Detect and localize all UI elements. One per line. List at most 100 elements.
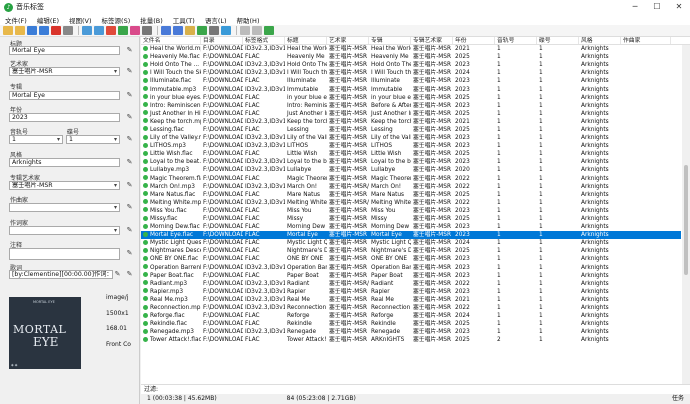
column-header[interactable]: 碟号: [537, 37, 579, 44]
add-folder-icon[interactable]: [15, 26, 25, 35]
close-button[interactable]: ✕: [668, 0, 690, 14]
table-row[interactable]: Lullabye.mp3F:\DOWNLOAD...ID3v2.3,ID3v1L…: [141, 166, 681, 174]
genre-field[interactable]: Arknights: [9, 158, 120, 167]
wrench-icon[interactable]: ✎: [125, 181, 134, 190]
column-header[interactable]: 风格: [579, 37, 621, 44]
status-tasks[interactable]: 任务: [672, 394, 684, 404]
column-header[interactable]: 文件名: [141, 37, 201, 44]
table-row[interactable]: Keep the torch.mp3F:\DOWNLOAD...ID3v2.3,…: [141, 118, 681, 126]
music-source-icon[interactable]: [106, 26, 116, 35]
lyrics-icon[interactable]: [118, 26, 128, 35]
album-cover[interactable]: MORTAL EYE MORTAL EYE ◈ ◈: [9, 297, 81, 369]
table-row[interactable]: LITHOS.mp3F:\DOWNLOAD...ID3v2.3,ID3v1LIT…: [141, 142, 681, 150]
move-up-icon[interactable]: [161, 26, 171, 35]
edit-lyrics-icon[interactable]: ✎: [113, 270, 122, 279]
web-source-icon[interactable]: [82, 26, 92, 35]
title-field[interactable]: Mortal Eye: [9, 46, 120, 55]
save-all-icon[interactable]: [39, 26, 49, 35]
column-header[interactable]: 专辑: [369, 37, 411, 44]
year-field[interactable]: 2023: [9, 113, 120, 122]
refresh-icon[interactable]: [63, 26, 73, 35]
wrench-icon[interactable]: ✎: [125, 270, 134, 279]
convert-icon[interactable]: [185, 26, 195, 35]
composer-field[interactable]: [9, 203, 120, 212]
menu-file[interactable]: 文件(F): [0, 15, 32, 25]
table-row[interactable]: Just Another In Hi...F:\DOWNLOAD...FLAC J…: [141, 110, 681, 118]
table-row[interactable]: Nightmares Descent.f...F:\DOWNLOAD...FLA…: [141, 247, 681, 255]
scrollbar-thumb[interactable]: [684, 165, 688, 275]
maximize-button[interactable]: ☐: [646, 0, 668, 14]
wrench-icon[interactable]: ✎: [125, 203, 134, 212]
menu-view[interactable]: 视图(V): [64, 15, 97, 25]
save-icon[interactable]: [27, 26, 37, 35]
table-row[interactable]: Mare Natus.flac F:\DOWNLOAD...FLAC Mare Na…: [141, 191, 681, 199]
table-row[interactable]: Reforge.flac F:\DOWNLOAD...FLAC Reforge 塞壬唱…: [141, 312, 681, 320]
table-row[interactable]: Rekindle.flac F:\DOWNLOAD...FLAC Rekindle 塞…: [141, 320, 681, 328]
wrench-icon[interactable]: ✎: [125, 226, 134, 235]
wrench-icon[interactable]: ✎: [125, 158, 134, 167]
table-row[interactable]: Loyal to the beat.mp3F:\DOWNLOAD...ID3v2…: [141, 158, 681, 166]
table-row[interactable]: I Will Touch the Sky...F:\DOWNLOAD...ID3…: [141, 69, 681, 77]
table-row[interactable]: Missy.flac F:\DOWNLOAD...FLAC Missy 塞壬唱片-MS…: [141, 215, 681, 223]
cover-icon[interactable]: [130, 26, 140, 35]
column-header[interactable]: 作曲家: [621, 37, 671, 44]
table-row[interactable]: March On!.mp3 F:\DOWNLOAD...ID3v2.3,ID3v1…: [141, 183, 681, 191]
rename-icon[interactable]: [197, 26, 207, 35]
settings-icon[interactable]: [209, 26, 219, 35]
table-row[interactable]: Melting White.mp3F:\DOWNLOAD...ID3v2.3,I…: [141, 199, 681, 207]
column-header[interactable]: 标题: [285, 37, 327, 44]
table-row[interactable]: Heal the World.mp3F:\DOWNLOAD...ID3v2.3,…: [141, 45, 681, 53]
open-folder-icon[interactable]: [3, 26, 13, 35]
column-header[interactable]: 年份: [453, 37, 495, 44]
album-field[interactable]: Mortal Eye: [9, 91, 120, 100]
wrench-icon[interactable]: ✎: [125, 67, 134, 76]
comment-field[interactable]: [9, 248, 120, 260]
wrench-icon[interactable]: ✎: [125, 46, 134, 55]
table-row[interactable]: Radiant.mp3F:\DOWNLOAD...ID3v2.3,ID3v1Ra…: [141, 280, 681, 288]
table-row[interactable]: Mystic Light Quest.flacF:\DOWNLOAD...FLA…: [141, 239, 681, 247]
move-down-icon[interactable]: [173, 26, 183, 35]
wrench-icon[interactable]: ✎: [125, 249, 134, 258]
tag-icon[interactable]: [94, 26, 104, 35]
delete-icon[interactable]: [51, 26, 61, 35]
table-row[interactable]: in your blue eyes.flacF:\DOWNLOAD...FLAC…: [141, 94, 681, 102]
menu-edit[interactable]: 编辑(E): [32, 15, 64, 25]
menu-tag-source[interactable]: 标签源(S): [97, 15, 136, 25]
table-row[interactable]: Rapier.mp3F:\DOWNLOAD...ID3v2.3,ID3v1Rap…: [141, 288, 681, 296]
lyrics-field[interactable]: [by:Clementine][00:00.00]作词：Ad: [9, 270, 113, 279]
clock-icon[interactable]: [142, 26, 152, 35]
table-row[interactable]: Morning Dew.flacF:\DOWNLOAD...FLAC Mornin…: [141, 223, 681, 231]
wrench-icon[interactable]: ✎: [125, 113, 134, 122]
column-header[interactable]: 标签格式: [243, 37, 285, 44]
table-row[interactable]: ONE BY ONE.flac F:\DOWNLOAD...FLAC ONE BY …: [141, 255, 681, 263]
table-row[interactable]: Reconnection.mp3F:\DOWNLOAD...ID3v2.3,ID…: [141, 304, 681, 312]
album-artist-field[interactable]: 塞壬唱片-MSR: [9, 181, 120, 190]
track-field[interactable]: 1: [9, 135, 63, 144]
table-row[interactable]: Paper Boat.flac F:\DOWNLOAD...FLAC Paper B…: [141, 272, 681, 280]
vertical-scrollbar[interactable]: [682, 45, 690, 397]
disc-field[interactable]: 1: [66, 135, 120, 144]
more-icon[interactable]: [240, 26, 250, 35]
menu-language[interactable]: 语言(L): [200, 15, 232, 25]
table-row[interactable]: Illuminate.flac F:\DOWNLOAD...FLAC Illumin…: [141, 77, 681, 85]
table-row[interactable]: Lily of the Valley.mp3F:\DOWNLOAD...ID3v…: [141, 134, 681, 142]
table-row[interactable]: Real Me.mp3F:\DOWNLOAD...ID3v2.3,ID3v1Re…: [141, 296, 681, 304]
menu-tools[interactable]: 工具(T): [168, 15, 200, 25]
column-header[interactable]: 音轨号: [495, 37, 537, 44]
menu-help[interactable]: 帮助(H): [232, 15, 265, 25]
table-row[interactable]: Renegade.mp3F:\DOWNLOAD...ID3v2.3,ID3v1R…: [141, 328, 681, 336]
table-row[interactable]: Mortal Eye.flac F:\DOWNLOAD...FLAC Mortal …: [141, 231, 681, 240]
table-row[interactable]: Magic Theorem.flacF:\DOWNLOAD...FLAC Magi…: [141, 175, 681, 183]
table-row[interactable]: Operation Barrenlan...F:\DOWNLOAD...ID3v…: [141, 264, 681, 272]
options-icon[interactable]: [252, 26, 262, 35]
table-row[interactable]: Lessing.flac F:\DOWNLOAD...FLAC Lessing 塞壬唱…: [141, 126, 681, 134]
column-header[interactable]: 艺术家: [327, 37, 369, 44]
lyricist-field[interactable]: [9, 226, 120, 235]
table-row[interactable]: Miss You.flac F:\DOWNLOAD...FLAC Miss You 塞…: [141, 207, 681, 215]
column-header[interactable]: 专辑艺术家: [411, 37, 453, 44]
column-header[interactable]: 目录: [201, 37, 243, 44]
table-row[interactable]: Immutable.mp3 F:\DOWNLOAD...ID3v2.3,ID3v1…: [141, 85, 681, 93]
table-row[interactable]: Heavenly Me.flacF:\DOWNLOAD...FLAC Heaven…: [141, 53, 681, 61]
table-row[interactable]: Little Wish.flac F:\DOWNLOAD...FLAC Little…: [141, 150, 681, 158]
table-row[interactable]: Hold Onto The ...F:\DOWNLOAD...ID3v2.3,I…: [141, 61, 681, 69]
